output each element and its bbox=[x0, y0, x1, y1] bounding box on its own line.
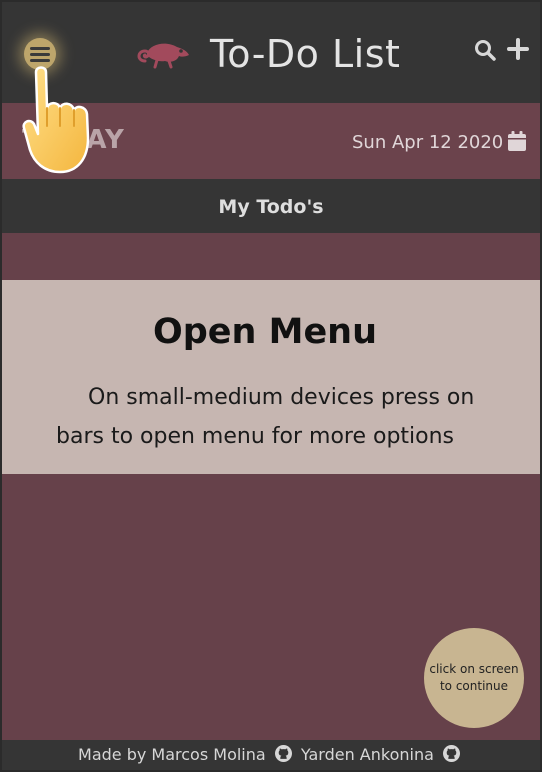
tour-title-text: Open Menu bbox=[152, 312, 378, 352]
tour-text: On small-medium devices press on bars to… bbox=[56, 385, 475, 449]
my-todos-bar: My Todo's bbox=[2, 179, 540, 233]
my-todos-label: My Todo's bbox=[218, 196, 324, 218]
continue-text: click on screen to continue bbox=[429, 662, 519, 693]
continue-bubble[interactable]: click on screen to continue bbox=[424, 628, 524, 728]
today-date: Sun Apr 12 2020 bbox=[352, 132, 504, 153]
chameleon-logo-icon bbox=[137, 43, 189, 69]
app-frame: To-Do List TODAY Sun Apr 12 2020 My Todo… bbox=[0, 0, 542, 772]
tour-panel: Open Menu On small-medium devices press … bbox=[2, 280, 540, 474]
pointing-hand-icon bbox=[22, 66, 90, 174]
github-icon[interactable] bbox=[274, 745, 292, 762]
calendar-icon[interactable] bbox=[507, 130, 527, 152]
app-title: To-Do List bbox=[210, 32, 401, 76]
footer-second-author: Yarden Ankonina bbox=[300, 745, 434, 764]
plus-icon[interactable] bbox=[507, 38, 529, 60]
tour-title: Open Menu bbox=[2, 312, 540, 352]
footer-made-by: Made by Marcos Molina bbox=[78, 745, 266, 764]
footer-credits: Made by Marcos Molina Yarden Ankonina bbox=[2, 745, 540, 764]
github-icon[interactable] bbox=[442, 745, 460, 762]
footer: Made by Marcos Molina Yarden Ankonina bbox=[2, 740, 540, 770]
search-icon[interactable] bbox=[474, 39, 496, 61]
